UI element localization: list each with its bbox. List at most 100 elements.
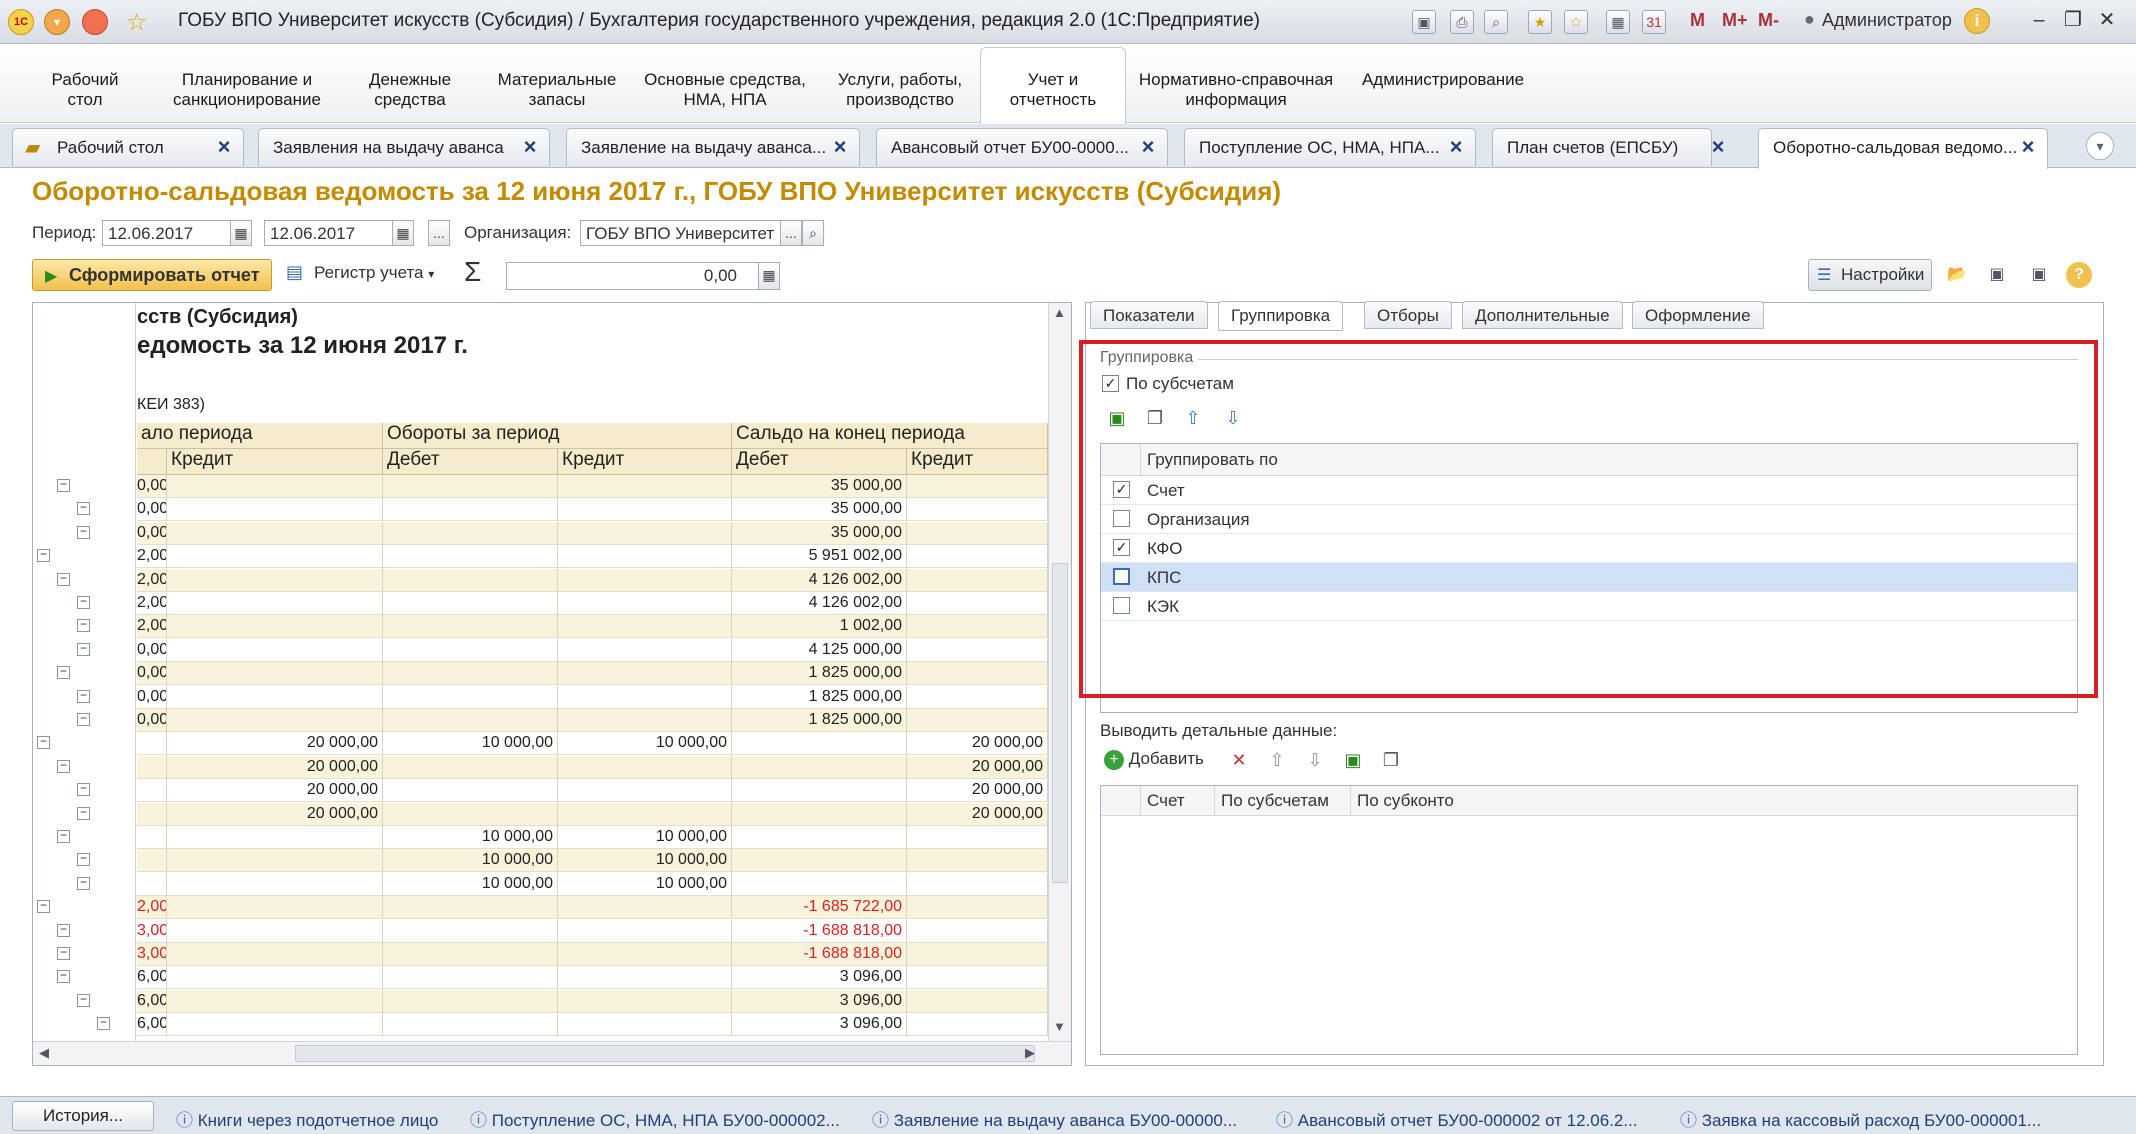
table-cell[interactable]: 4 126 002,00: [732, 592, 907, 615]
collapse-toggle-icon[interactable]: −: [37, 899, 50, 914]
report-vertical-scrollbar[interactable]: ▲ ▼: [1048, 303, 1071, 1041]
table-cell[interactable]: [907, 568, 1048, 592]
close-window-icon[interactable]: ✕: [2094, 8, 2120, 34]
table-cell[interactable]: [558, 755, 732, 779]
favorites-list-icon[interactable]: ☆: [1564, 10, 1588, 34]
history-item[interactable]: ⓘ Книги через подотчетное лицо: [176, 1106, 438, 1131]
table-cell[interactable]: [383, 989, 558, 1013]
delete-icon[interactable]: ✕: [1226, 747, 1252, 773]
calendar-icon[interactable]: 31: [1642, 10, 1666, 34]
close-tab-icon[interactable]: ×: [519, 136, 541, 158]
table-cell[interactable]: [137, 732, 167, 756]
save-variant-icon[interactable]: ▣: [1984, 262, 2010, 288]
table-cell[interactable]: [558, 592, 732, 615]
history-item[interactable]: ⓘ Заявка на кассовый расход БУ00-000001.…: [1680, 1106, 2041, 1131]
collapse-toggle-icon[interactable]: −: [97, 1016, 110, 1031]
table-cell[interactable]: [732, 755, 907, 779]
collapse-toggle-icon[interactable]: −: [57, 665, 70, 680]
table-cell[interactable]: [167, 521, 383, 545]
table-cell[interactable]: 2,00: [137, 896, 167, 920]
collapse-toggle-icon[interactable]: −: [37, 735, 50, 750]
table-cell[interactable]: [383, 475, 558, 498]
table-cell[interactable]: [558, 966, 732, 990]
scroll-hthumb[interactable]: [295, 1045, 1035, 1062]
add-favorite-icon[interactable]: ★: [1528, 10, 1552, 34]
section-administration[interactable]: Администрирование: [1358, 70, 1528, 90]
table-cell[interactable]: [383, 709, 558, 732]
collapse-toggle-icon[interactable]: −: [77, 782, 90, 797]
table-cell[interactable]: [907, 592, 1048, 615]
collapse-toggle-icon[interactable]: −: [77, 501, 90, 516]
table-cell[interactable]: [907, 498, 1048, 522]
table-cell[interactable]: 10 000,00: [383, 826, 558, 849]
table-cell[interactable]: [558, 475, 732, 498]
calculator-icon[interactable]: ▦: [1606, 10, 1630, 34]
table-cell[interactable]: 3 096,00: [732, 989, 907, 1013]
table-cell[interactable]: 20 000,00: [167, 732, 383, 756]
table-cell[interactable]: 10 000,00: [383, 872, 558, 896]
collapse-toggle-icon[interactable]: −: [77, 618, 90, 633]
collapse-toggle-icon[interactable]: −: [77, 876, 90, 890]
help-icon[interactable]: ?: [2066, 262, 2092, 288]
sum-calculator-icon[interactable]: ▦: [758, 262, 780, 290]
table-cell[interactable]: [167, 849, 383, 873]
table-cell[interactable]: [558, 943, 732, 966]
table-cell[interactable]: [732, 849, 907, 873]
table-cell[interactable]: 0,00: [137, 498, 167, 522]
table-cell[interactable]: [907, 615, 1048, 639]
table-cell[interactable]: [383, 779, 558, 803]
table-cell[interactable]: 3,00: [137, 943, 167, 966]
table-cell[interactable]: [558, 545, 732, 569]
table-cell[interactable]: [137, 849, 167, 873]
table-cell[interactable]: 1 825 000,00: [732, 685, 907, 709]
report-horizontal-scrollbar[interactable]: ◀ ▶: [33, 1041, 1071, 1065]
section-cash[interactable]: Денежные средства: [364, 70, 456, 110]
memory-m-button[interactable]: M: [1690, 10, 1705, 31]
tab-advance-report[interactable]: Авансовый отчет БУ00-0000... ×: [876, 128, 1168, 166]
table-cell[interactable]: [167, 896, 383, 920]
table-cell[interactable]: 35 000,00: [732, 498, 907, 522]
close-tab-icon[interactable]: ×: [1445, 136, 1467, 158]
table-cell[interactable]: [167, 989, 383, 1013]
table-cell[interactable]: [907, 638, 1048, 662]
tab-additional[interactable]: Дополнительные: [1462, 301, 1623, 329]
close-tab-icon[interactable]: ×: [829, 136, 851, 158]
collapse-toggle-icon[interactable]: −: [77, 642, 90, 656]
table-cell[interactable]: 2,00: [137, 615, 167, 639]
sum-icon[interactable]: Σ: [464, 256, 481, 288]
table-cell[interactable]: 20 000,00: [167, 802, 383, 826]
table-cell[interactable]: [167, 685, 383, 709]
table-cell[interactable]: [907, 966, 1048, 990]
table-cell[interactable]: [732, 872, 907, 896]
table-cell[interactable]: 3,00: [137, 919, 167, 943]
table-cell[interactable]: 3 096,00: [732, 1013, 907, 1037]
calendar-from-icon[interactable]: ▦: [230, 220, 252, 246]
organization-field[interactable]: ГОБУ ВПО Университет: [580, 220, 782, 246]
table-cell[interactable]: 4 126 002,00: [732, 568, 907, 592]
table-cell[interactable]: [732, 779, 907, 803]
table-cell[interactable]: 6,00: [137, 989, 167, 1013]
table-cell[interactable]: [383, 615, 558, 639]
table-cell[interactable]: 1 002,00: [732, 615, 907, 639]
tab-indicators[interactable]: Показатели: [1090, 301, 1208, 329]
collapse-toggle-icon[interactable]: −: [57, 946, 70, 960]
tab-fixed-assets-receipt[interactable]: Поступление ОС, НМА, НПА... ×: [1184, 128, 1476, 166]
table-cell[interactable]: 20 000,00: [167, 779, 383, 803]
section-desktop[interactable]: Рабочий стол: [50, 70, 120, 110]
table-cell[interactable]: 35 000,00: [732, 475, 907, 498]
detail-move-down-icon[interactable]: ⇩: [1302, 747, 1328, 773]
period-to-field[interactable]: 12.06.2017: [264, 220, 394, 246]
table-cell[interactable]: [907, 709, 1048, 732]
open-variant-icon[interactable]: 📂: [1944, 262, 1970, 288]
tab-advance-applications[interactable]: Заявления на выдачу аванса ×: [258, 128, 550, 166]
table-cell[interactable]: [732, 826, 907, 849]
table-cell[interactable]: [167, 966, 383, 990]
memory-minus-button[interactable]: M-: [1758, 10, 1779, 31]
table-cell[interactable]: [907, 943, 1048, 966]
table-cell[interactable]: [167, 592, 383, 615]
table-cell[interactable]: [558, 662, 732, 686]
table-cell[interactable]: [383, 755, 558, 779]
table-cell[interactable]: [137, 755, 167, 779]
table-cell[interactable]: 6,00: [137, 966, 167, 990]
table-cell[interactable]: 10 000,00: [383, 732, 558, 756]
